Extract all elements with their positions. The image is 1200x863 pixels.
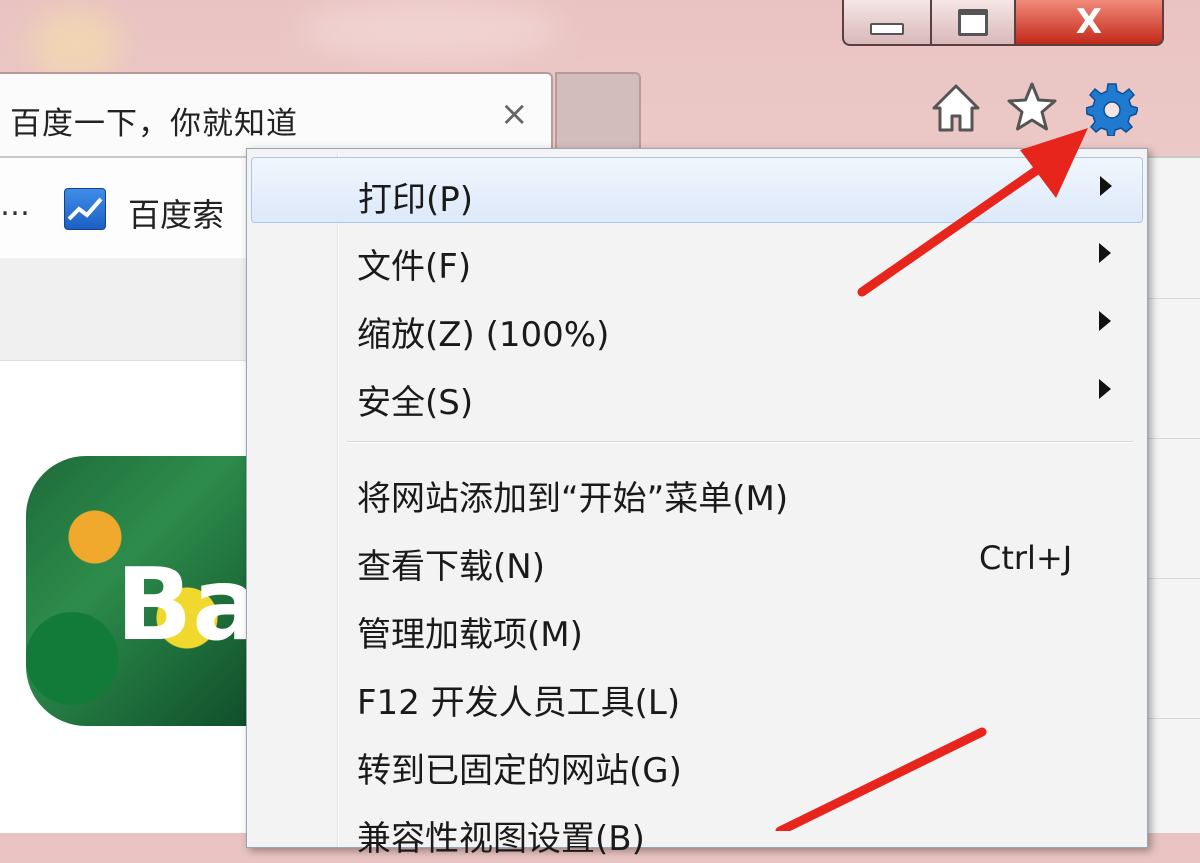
arrow-to-gear [857, 128, 1088, 297]
arrow-to-developer-tools [775, 727, 987, 831]
annotation-arrows [775, 128, 1088, 831]
